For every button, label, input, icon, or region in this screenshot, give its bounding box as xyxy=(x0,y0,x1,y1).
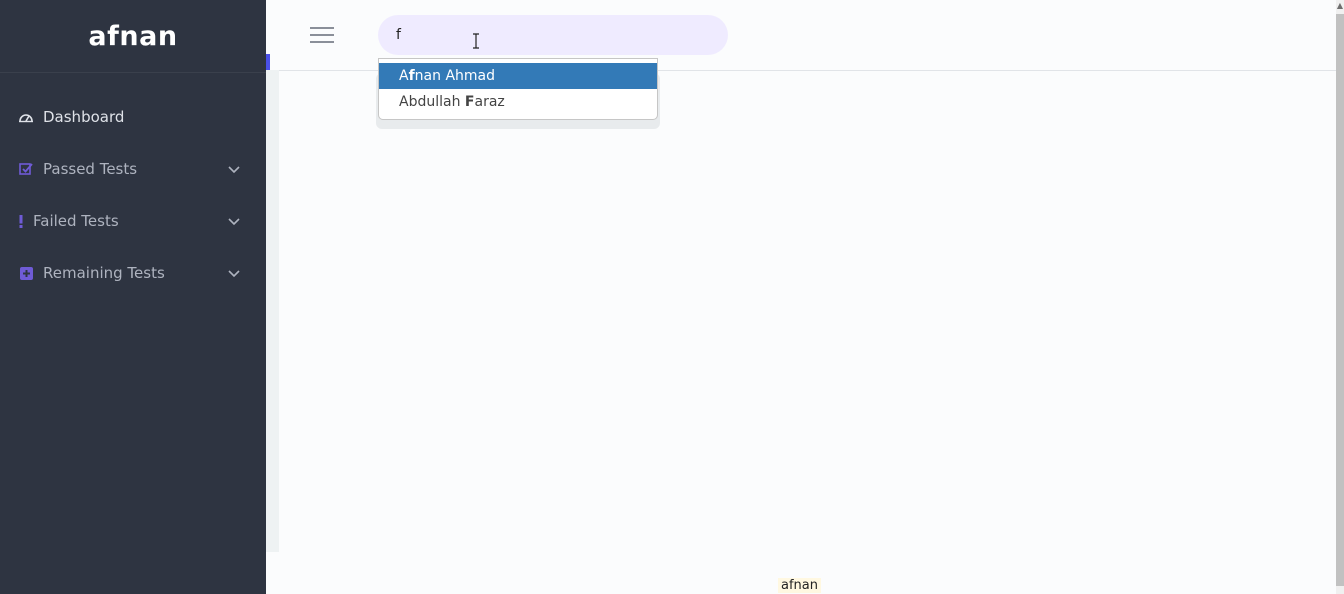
dashboard-gauge-icon xyxy=(18,109,34,125)
content-left-strip xyxy=(266,70,279,552)
sidebar-item-failed-tests[interactable]: Failed Tests xyxy=(0,195,266,247)
sidebar-item-label: Dashboard xyxy=(43,108,125,126)
scroll-up-arrow-icon[interactable]: ▲ xyxy=(1336,0,1344,12)
footer-text: afnan xyxy=(778,578,821,593)
brand-logo[interactable]: afnan xyxy=(0,0,266,73)
search-input[interactable] xyxy=(378,15,728,55)
sidebar-item-remaining-tests[interactable]: Remaining Tests xyxy=(0,247,266,299)
scrollbar-thumb[interactable] xyxy=(1336,14,1344,586)
suggestion-item[interactable]: Afnan Ahmad xyxy=(379,63,657,89)
sidebar-item-label: Failed Tests xyxy=(33,212,119,230)
suggestion-item[interactable]: Abdullah Faraz xyxy=(379,89,657,115)
plus-square-icon xyxy=(18,265,34,281)
sidebar-item-passed-tests[interactable]: Passed Tests xyxy=(0,143,266,195)
chevron-down-icon[interactable] xyxy=(228,212,240,230)
hamburger-menu-icon[interactable] xyxy=(310,27,334,45)
chevron-down-icon[interactable] xyxy=(228,160,240,178)
footer: afnan xyxy=(266,552,1336,594)
checkbox-check-icon xyxy=(18,161,34,177)
sidebar-item-label: Passed Tests xyxy=(43,160,138,178)
exclamation-icon xyxy=(18,213,24,229)
sidebar-item-dashboard[interactable]: Dashboard xyxy=(0,91,266,143)
search-suggestions: Afnan Ahmad Abdullah Faraz xyxy=(378,58,658,120)
sidebar-item-label: Remaining Tests xyxy=(43,264,165,282)
sidebar-nav: Dashboard Passed Tests Failed Tests Rema… xyxy=(0,91,266,299)
chevron-down-icon[interactable] xyxy=(228,264,240,282)
scrollbar[interactable]: ▲ xyxy=(1336,0,1344,594)
sidebar: afnan Dashboard Passed Tests Failed Test… xyxy=(0,0,266,594)
